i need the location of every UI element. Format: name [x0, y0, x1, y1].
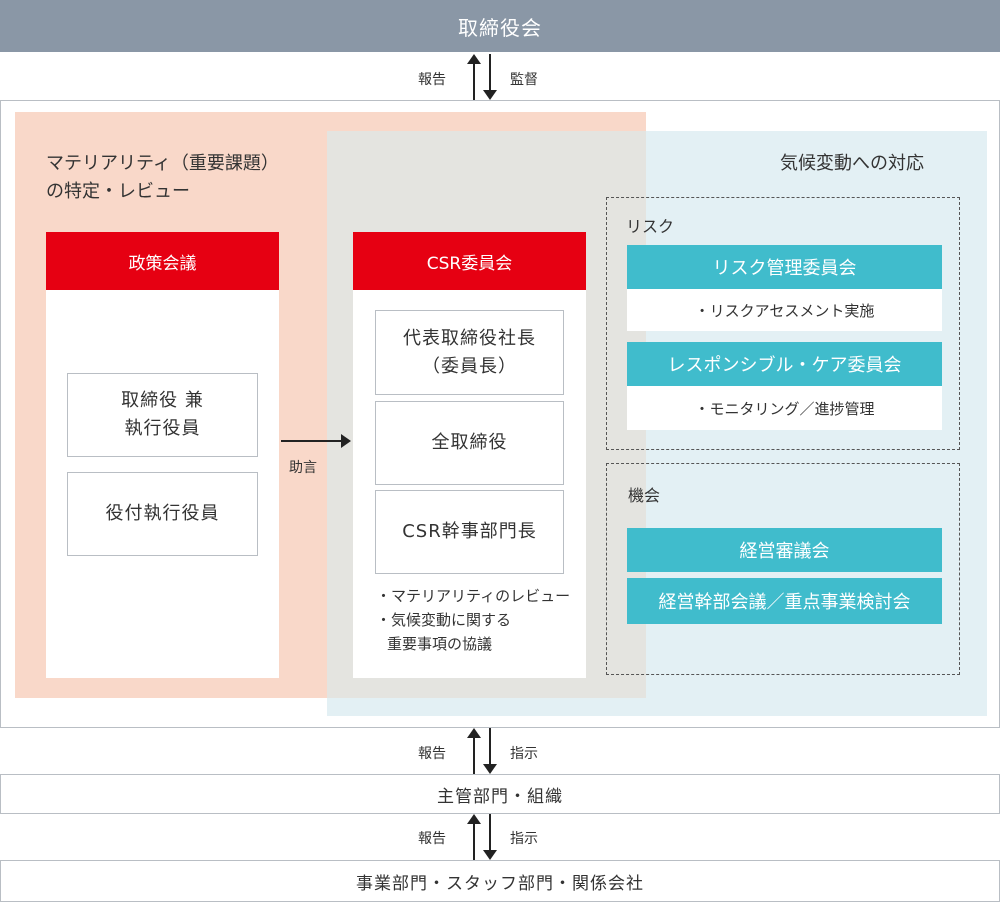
climate-title: 気候変動への対応	[780, 153, 924, 174]
report-label: 報告	[418, 831, 446, 847]
president-line2: （委員長）	[422, 355, 517, 377]
materiality-title-line2: の特定・レビュー	[46, 181, 190, 202]
down-arrow-icon	[483, 814, 497, 860]
risk-committee-header: リスク管理委員会	[627, 245, 942, 289]
director-executive-line1: 取締役 兼	[121, 390, 204, 411]
risk-label: リスク	[626, 217, 675, 236]
rc-committee-task: ・モニタリング／進捗管理	[627, 386, 942, 430]
right-arrow-icon	[281, 434, 351, 448]
president-box: 代表取締役社長 （委員長）	[375, 310, 564, 395]
board-of-directors: 取締役会	[0, 0, 1000, 52]
advise-label: 助言	[289, 460, 317, 476]
director-executive-box: 取締役 兼 執行役員	[67, 373, 258, 457]
materiality-title-line1: マテリアリティ（重要課題）	[46, 153, 279, 174]
senior-executive-box: 役付執行役員	[67, 472, 258, 556]
business-units-bar: 事業部門・スタッフ部門・関係会社	[0, 860, 1000, 902]
supervise-label: 監督	[510, 72, 538, 88]
rc-committee-header: レスポンシブル・ケア委員会	[627, 342, 942, 386]
down-arrow-icon	[483, 728, 497, 774]
csr-committee-header: CSR委員会	[353, 232, 586, 290]
down-arrow-icon	[483, 54, 497, 100]
executive-council-box: 経営幹部会議／重点事業検討会	[627, 578, 942, 624]
president-line1: 代表取締役社長	[403, 327, 536, 349]
instruct-label: 指示	[510, 746, 538, 762]
policy-council-header: 政策会議	[46, 232, 279, 290]
csr-notes: ・マテリアリティのレビュー ・気候変動に関する 重要事項の協議	[376, 584, 570, 656]
director-executive-line2: 執行役員	[124, 418, 201, 439]
report-label: 報告	[418, 746, 446, 762]
csr-note-2: ・気候変動に関する	[376, 611, 512, 629]
materiality-title: マテリアリティ（重要課題） の特定・レビュー	[46, 150, 279, 206]
csr-note-3: 重要事項の協議	[387, 635, 493, 653]
all-directors-box: 全取締役	[375, 401, 564, 485]
managing-departments-bar: 主管部門・組織	[0, 774, 1000, 814]
opportunity-label: 機会	[628, 486, 661, 505]
csr-manager-box: CSR幹事部門長	[375, 490, 564, 574]
risk-committee-task: ・リスクアセスメント実施	[627, 289, 942, 331]
report-label: 報告	[418, 72, 446, 88]
instruct-label: 指示	[510, 831, 538, 847]
csr-note-1: ・マテリアリティのレビュー	[376, 587, 571, 605]
management-council-box: 経営審議会	[627, 528, 942, 572]
